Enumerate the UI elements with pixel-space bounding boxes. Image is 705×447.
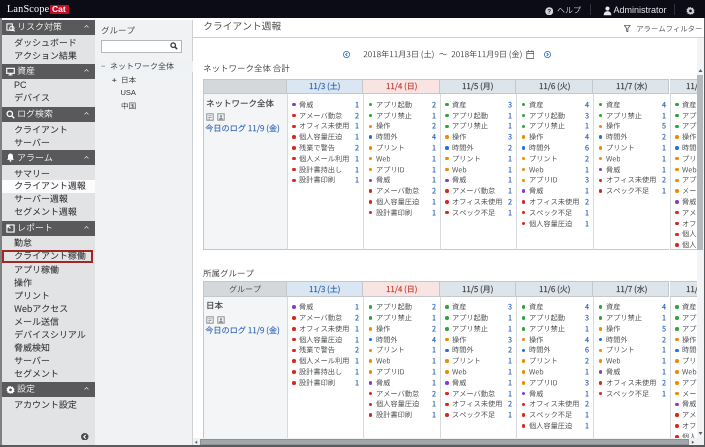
svg-text:?: ? (547, 8, 551, 15)
